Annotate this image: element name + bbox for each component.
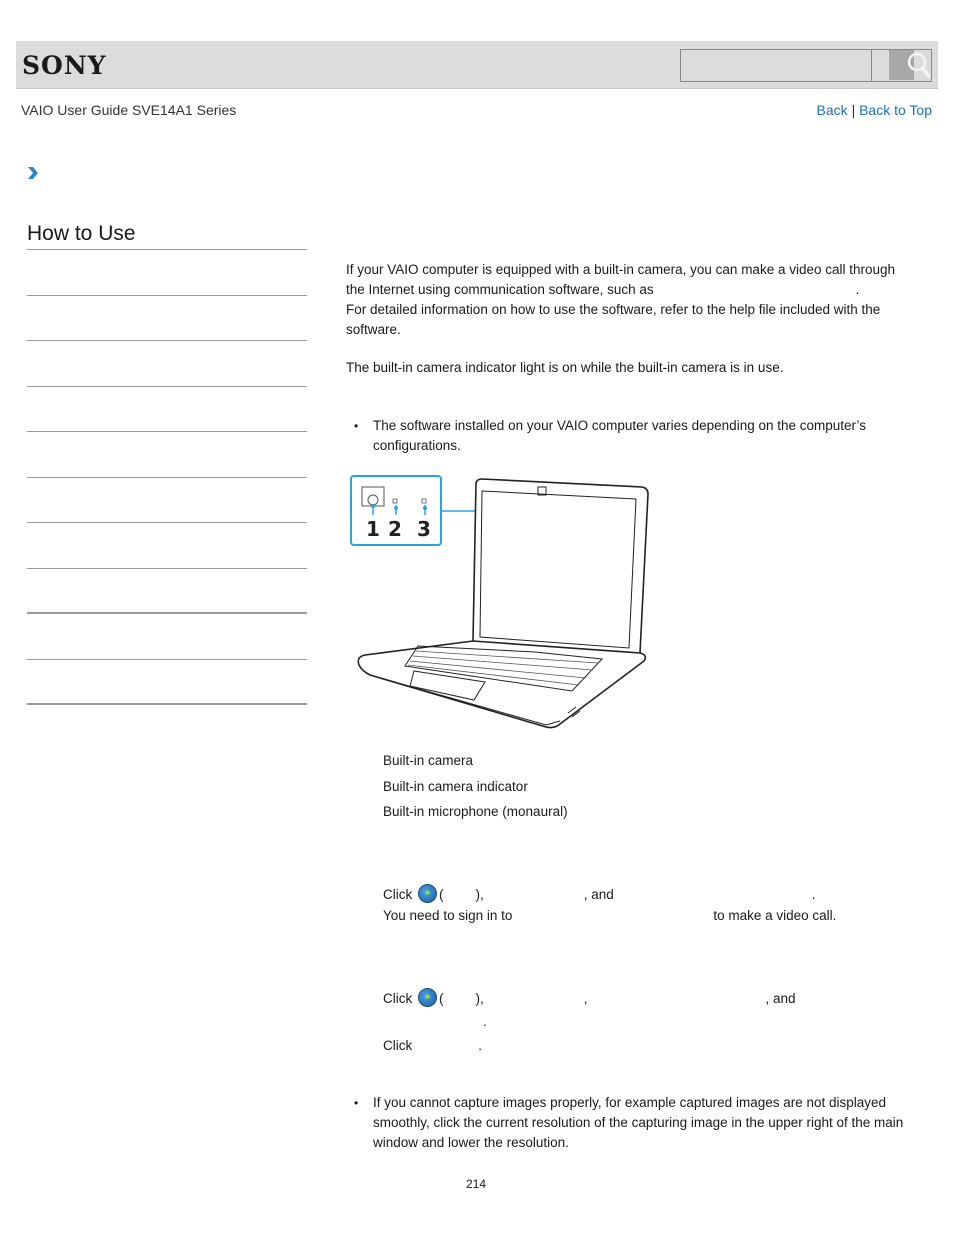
- sidebar: How to Use: [27, 220, 307, 705]
- windows-start-icon: [418, 988, 438, 1007]
- legend-item: Built-in camera: [383, 753, 474, 768]
- link-separator: |: [851, 102, 856, 118]
- sidebar-item[interactable]: [27, 250, 307, 296]
- step-text: , and: [583, 887, 614, 902]
- windows-start-icon: [418, 884, 438, 903]
- intro-line: For detailed information on how to use t…: [346, 302, 881, 317]
- top-links: Back | Back to Top: [817, 102, 932, 118]
- sony-logo: SONY: [22, 51, 107, 80]
- intro-line: the Internet using communication softwar…: [346, 280, 926, 300]
- search-input[interactable]: [680, 49, 872, 82]
- back-link[interactable]: Back: [817, 102, 848, 118]
- step-click: Click.: [383, 1036, 482, 1056]
- callout-number-2: 2: [388, 517, 402, 541]
- sidebar-item[interactable]: [27, 569, 307, 614]
- step-period: .: [483, 1014, 487, 1029]
- step-text: (: [439, 991, 444, 1006]
- guide-title: VAIO User Guide SVE14A1 Series: [21, 102, 237, 118]
- step-text: ,: [583, 991, 588, 1006]
- callout-number-3: 3: [417, 517, 431, 541]
- callout-number-1: 1: [366, 517, 380, 541]
- sidebar-item[interactable]: [27, 341, 307, 387]
- sidebar-item[interactable]: [27, 432, 307, 478]
- sidebar-item[interactable]: [27, 478, 307, 523]
- sidebar-item[interactable]: [27, 614, 307, 660]
- sidebar-item[interactable]: [27, 296, 307, 341]
- search-button[interactable]: [871, 49, 932, 82]
- intro-period: .: [855, 282, 860, 297]
- step-text: You need to sign in to: [383, 908, 513, 923]
- note-resolution: If you cannot capture images properly, f…: [346, 1093, 926, 1153]
- step-text: (: [439, 887, 444, 902]
- header-bar: SONY: [16, 41, 938, 89]
- step-text: Click: [383, 991, 413, 1006]
- intro-paragraph: If your VAIO computer is equipped with a…: [346, 260, 926, 340]
- legend-item: Built-in camera indicator: [383, 778, 528, 794]
- sidebar-item[interactable]: [27, 387, 307, 432]
- step-open-capture: Click (),, , and: [383, 988, 796, 1009]
- page-number: 214: [466, 1177, 487, 1191]
- step-text: ),: [475, 887, 484, 902]
- step-text: .: [478, 1038, 483, 1053]
- note-bullet: If you cannot capture images properly, f…: [346, 1093, 911, 1153]
- legend-item: Built-in microphone (monaural): [383, 804, 568, 819]
- search-icon: [889, 50, 931, 80]
- chevron-right-icon[interactable]: [27, 166, 39, 183]
- note-bullet: The software installed on your VAIO comp…: [346, 416, 906, 456]
- back-to-top-link[interactable]: Back to Top: [859, 102, 932, 118]
- step-text: , and: [765, 991, 796, 1006]
- figure-legend: Built-in camera Built-in camera indicato…: [383, 751, 568, 828]
- note-software: The software installed on your VAIO comp…: [346, 416, 926, 456]
- laptop-illustration: 1 2 3: [350, 475, 652, 733]
- step-text: Click: [383, 1038, 413, 1053]
- intro-text: the Internet using communication softwar…: [346, 282, 654, 297]
- indicator-text: The built-in camera indicator light is o…: [346, 360, 784, 375]
- sidebar-title: How to Use: [27, 220, 307, 250]
- step-sign-in-note: You need to sign in to to make a video ca…: [383, 906, 836, 926]
- sidebar-item[interactable]: [27, 523, 307, 569]
- sidebar-item[interactable]: [27, 660, 307, 705]
- intro-line: If your VAIO computer is equipped with a…: [346, 262, 896, 277]
- step-text: Click: [383, 887, 413, 902]
- step-text: .: [811, 887, 816, 902]
- step-text: to make a video call.: [713, 908, 837, 923]
- step-start-call: Click (), , and.: [383, 884, 816, 905]
- intro-line: software.: [346, 322, 401, 337]
- step-text: ),: [475, 991, 484, 1006]
